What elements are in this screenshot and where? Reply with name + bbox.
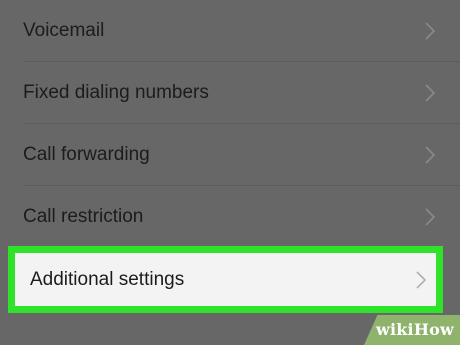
chevron-right-icon [424, 207, 436, 227]
settings-item-call-restriction[interactable]: Call restriction [0, 186, 460, 248]
settings-item-label: Voicemail [23, 20, 105, 41]
settings-item-label: Call restriction [23, 206, 144, 227]
chevron-right-icon [424, 145, 436, 165]
settings-item-label: Fixed dialing numbers [23, 82, 209, 103]
settings-item-additional-settings[interactable]: Additional settings [8, 246, 443, 313]
settings-item-fixed-dialing-numbers[interactable]: Fixed dialing numbers [0, 62, 460, 124]
watermark-prefix: wiki [376, 320, 414, 339]
settings-item-call-forwarding[interactable]: Call forwarding [0, 124, 460, 186]
chevron-right-icon [415, 270, 427, 290]
wikihow-watermark: wikiHow [364, 315, 460, 345]
call-settings-list: Voicemail Fixed dialing numbers Call for… [0, 0, 460, 345]
chevron-right-icon [424, 83, 436, 103]
settings-item-label: Call forwarding [23, 144, 150, 165]
settings-item-voicemail[interactable]: Voicemail [0, 0, 460, 62]
watermark-suffix: How [413, 320, 454, 339]
settings-item-label: Additional settings [30, 268, 185, 290]
watermark-logo: wikiHow [376, 320, 454, 339]
chevron-right-icon [424, 21, 436, 41]
